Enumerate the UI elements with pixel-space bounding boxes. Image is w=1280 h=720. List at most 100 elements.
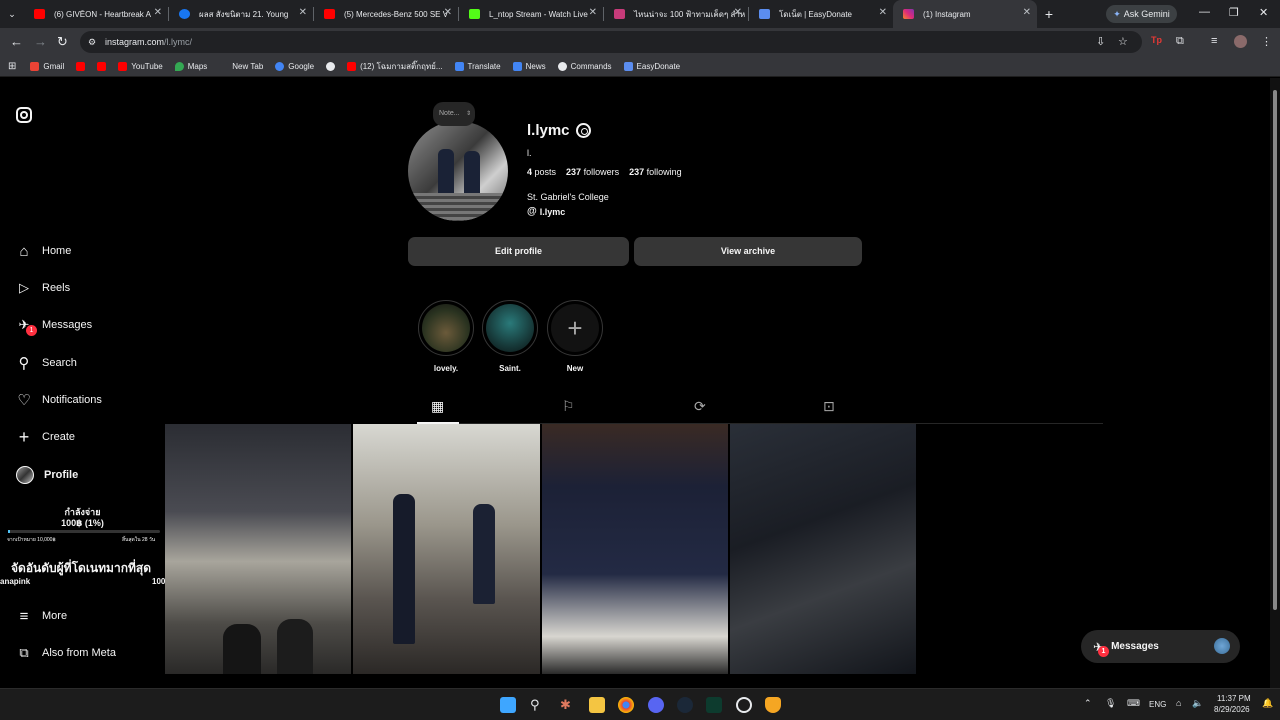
url-bar[interactable]: ⚙ instagram.com/l.lymc/ bbox=[80, 31, 1142, 53]
tab-close-icon[interactable]: ✕ bbox=[154, 7, 162, 18]
tagged-icon[interactable]: ⊡ bbox=[823, 398, 835, 415]
bookmark-google[interactable]: Google bbox=[269, 61, 320, 71]
tab-close-icon[interactable]: ✕ bbox=[734, 7, 742, 18]
media-controls-icon[interactable]: ≡ bbox=[1211, 35, 1217, 47]
note-arrows-icon: ⇕ bbox=[465, 111, 471, 117]
bookmark-news[interactable]: News bbox=[507, 61, 552, 71]
tab-search-chevron-icon[interactable]: ⌄ bbox=[0, 9, 24, 20]
sidebar-item-reels[interactable]: ▷ Reels bbox=[16, 280, 70, 296]
highlight-lovely[interactable]: lovely. bbox=[418, 300, 474, 373]
floating-messages-button[interactable]: ✈ 1 Messages bbox=[1081, 630, 1240, 663]
view-archive-button[interactable]: View archive bbox=[634, 237, 862, 266]
restore-window-icon[interactable]: ❐ bbox=[1229, 6, 1239, 19]
browser-tab-7-active[interactable]: (1) Instagram ✕ bbox=[893, 0, 1037, 28]
network-icon[interactable]: ⌂ bbox=[1176, 698, 1181, 708]
apps-grid-icon[interactable]: ⊞ bbox=[0, 61, 24, 72]
browser-tab-4[interactable]: L_ntop Stream - Watch Live ✕ bbox=[459, 0, 603, 28]
sidebar-item-notifications[interactable]: ♡ Notifications bbox=[16, 392, 102, 409]
bookmark-star-icon[interactable]: ☆ bbox=[1118, 35, 1128, 48]
tab-title: ผลส สังขนิตาม 21. Young bbox=[199, 9, 289, 19]
discord-icon[interactable] bbox=[648, 697, 664, 713]
new-tab-button[interactable]: + bbox=[1037, 6, 1061, 22]
app-icon-shield[interactable] bbox=[765, 697, 781, 713]
clock-date[interactable]: 8/29/2026 bbox=[1214, 705, 1250, 714]
file-explorer-icon[interactable] bbox=[589, 697, 605, 713]
minimize-window-icon[interactable]: — bbox=[1199, 6, 1210, 18]
profile-avatar-icon[interactable] bbox=[1234, 35, 1247, 48]
settings-gear-icon[interactable] bbox=[576, 123, 591, 138]
keyboard-icon[interactable]: ⌨ bbox=[1127, 698, 1140, 709]
microphone-icon[interactable]: 🎙 bbox=[1105, 698, 1116, 709]
notification-bell-icon[interactable]: 🔔 bbox=[1262, 698, 1273, 709]
app-icon-circle[interactable] bbox=[736, 697, 752, 713]
leaderboard-title: จัดอันดับผู้ที่โดเนทมากที่สุด bbox=[11, 561, 151, 575]
post-thumbnail-1[interactable] bbox=[165, 424, 352, 674]
chrome-icon[interactable] bbox=[618, 697, 634, 713]
sidebar-item-home[interactable]: ⌂ Home bbox=[16, 243, 71, 260]
profile-picture[interactable] bbox=[408, 121, 508, 221]
sidebar-item-more[interactable]: ≡ More bbox=[16, 608, 67, 625]
highlight-new[interactable]: + New bbox=[547, 300, 603, 373]
tab-close-icon[interactable]: ✕ bbox=[299, 7, 307, 18]
bookmark-maps[interactable]: Maps bbox=[169, 61, 214, 71]
tab-close-icon[interactable]: ✕ bbox=[1023, 7, 1031, 18]
volume-icon[interactable]: 🔈 bbox=[1192, 698, 1203, 709]
tab-close-icon[interactable]: ✕ bbox=[444, 7, 452, 18]
sidebar-item-messages[interactable]: ✈ 1 Messages bbox=[16, 317, 92, 336]
steam-icon[interactable] bbox=[677, 697, 693, 713]
post-thumbnail-4[interactable] bbox=[729, 424, 916, 674]
post-thumbnail-3[interactable] bbox=[541, 424, 728, 674]
ask-gemini-button[interactable]: ✦ Ask Gemini bbox=[1106, 5, 1177, 23]
forward-arrow-icon[interactable]: → bbox=[34, 34, 47, 49]
show-hidden-icons-chevron[interactable]: ⌃ bbox=[1084, 698, 1092, 709]
extensions-puzzle-icon[interactable]: ⧉ bbox=[1176, 35, 1184, 48]
browser-tab-1[interactable]: (6) GIVĒON - Heartbreak A ✕ bbox=[24, 0, 168, 28]
browser-tab-2[interactable]: ผลส สังขนิตาม 21. Young ✕ bbox=[169, 0, 313, 28]
browser-tab-6[interactable]: โดเน็ต | EasyDonate ✕ bbox=[749, 0, 893, 28]
reposts-icon[interactable]: ⟳ bbox=[694, 398, 706, 415]
post-thumbnail-2[interactable] bbox=[353, 424, 540, 674]
sidebar-item-also-from-meta[interactable]: ⧉ Also from Meta bbox=[16, 645, 116, 661]
bookmark-translate[interactable]: Translate bbox=[449, 61, 507, 71]
threads-link[interactable]: @ l.lymc bbox=[527, 206, 565, 217]
site-info-icon[interactable]: ⚙ bbox=[88, 31, 96, 53]
posts-grid-icon[interactable]: ▦ bbox=[431, 398, 444, 415]
note-bubble[interactable]: Note... ⇕ bbox=[433, 102, 475, 126]
bookmark-commands[interactable]: Commands bbox=[552, 61, 618, 71]
language-indicator[interactable]: ENG bbox=[1149, 700, 1166, 709]
browser-menu-icon[interactable]: ⋮ bbox=[1261, 35, 1272, 48]
highlight-saint[interactable]: Saint. bbox=[482, 300, 538, 373]
bookmark-youtube-1[interactable] bbox=[70, 61, 91, 71]
page-scrollbar[interactable] bbox=[1270, 78, 1280, 688]
followers-stat[interactable]: 237 followers bbox=[566, 167, 619, 177]
edit-profile-button[interactable]: Edit profile bbox=[408, 237, 629, 266]
windows-start-icon[interactable] bbox=[500, 697, 516, 713]
bookmark-easydonate[interactable]: EasyDonate bbox=[618, 61, 687, 71]
sidebar-item-profile[interactable]: Profile bbox=[16, 466, 78, 484]
reload-icon[interactable]: ↻ bbox=[57, 34, 68, 50]
browser-tab-5[interactable]: ไหนน่าจะ 100 ฟ้าทามเค็ดๆ สำห ✕ bbox=[604, 0, 748, 28]
tab-close-icon[interactable]: ✕ bbox=[589, 7, 597, 18]
app-icon-claude[interactable]: ✱ bbox=[560, 697, 576, 713]
bookmark-youtube[interactable]: YouTube bbox=[112, 61, 168, 71]
close-window-icon[interactable]: ✕ bbox=[1259, 6, 1268, 19]
bookmark-new-tab[interactable]: New Tab bbox=[213, 61, 269, 71]
bookmark-globe[interactable] bbox=[320, 61, 341, 71]
saved-bookmark-icon[interactable]: ⚐ bbox=[562, 398, 575, 415]
tab-close-icon[interactable]: ✕ bbox=[879, 7, 887, 18]
instagram-logo-icon[interactable] bbox=[16, 107, 32, 123]
clock-time[interactable]: 11:37 PM bbox=[1217, 694, 1251, 703]
install-app-icon[interactable]: ⇩ bbox=[1096, 35, 1105, 48]
instagram-sidebar: ⌂ Home ▷ Reels ✈ 1 Messages ⚲ Search ♡ No… bbox=[0, 78, 171, 688]
back-arrow-icon[interactable]: ← bbox=[10, 34, 23, 49]
terminal-icon[interactable] bbox=[706, 697, 722, 713]
following-stat[interactable]: 237 following bbox=[629, 167, 682, 177]
sidebar-item-search[interactable]: ⚲ Search bbox=[16, 355, 77, 372]
bookmark-gmail[interactable]: Gmail bbox=[24, 61, 70, 71]
search-icon[interactable]: ⚲ bbox=[530, 697, 546, 713]
browser-tab-3[interactable]: (5) Mercedes-Benz 500 SE V ✕ bbox=[314, 0, 458, 28]
sidebar-item-create[interactable]: + Create bbox=[16, 427, 75, 447]
bookmark-youtube-2[interactable] bbox=[91, 61, 112, 71]
bookmark-youtube-channel[interactable]: (12) โฉมกามสติ๊กฤทย์... bbox=[341, 60, 448, 73]
extension-tp-icon[interactable]: Tp bbox=[1151, 35, 1162, 45]
